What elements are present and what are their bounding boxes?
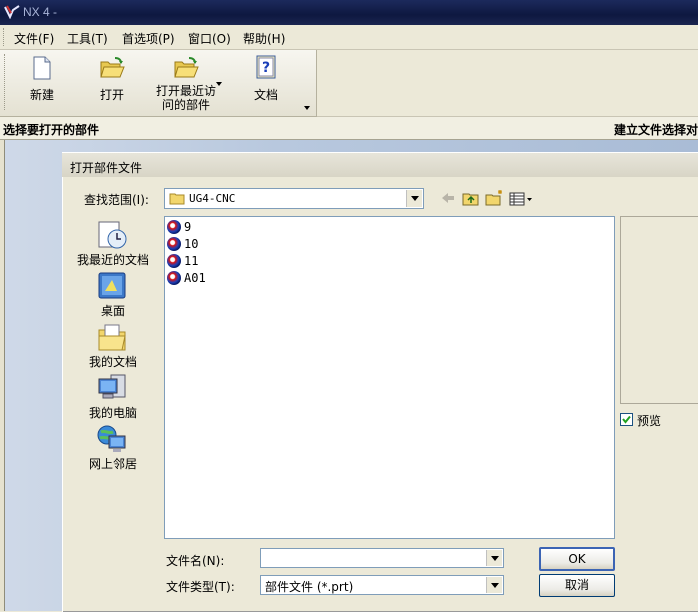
network-places-label: 网上邻居 (88, 457, 137, 471)
recent-documents-icon (98, 221, 127, 249)
toolbar-grip[interactable] (4, 54, 7, 110)
toolbar-options-arrow-icon[interactable] (304, 106, 310, 110)
file-item[interactable]: A01 (167, 270, 213, 287)
nx-part-file-icon (167, 237, 181, 251)
menu-grip (3, 28, 7, 46)
nx-part-file-icon (167, 220, 181, 234)
standard-toolbar: 新建 打开 打开最近访 问的部件 ? 文档 (0, 50, 317, 117)
my-computer-icon (98, 374, 126, 399)
documentation-label: 文档 (253, 88, 278, 102)
nx-logo-icon (4, 5, 20, 19)
file-item[interactable]: 10 (167, 236, 207, 253)
menu-preferences[interactable]: 首选项(P) (122, 30, 175, 47)
menu-file[interactable]: 文件(F) (14, 30, 54, 47)
look-in-dropdown-arrow-icon[interactable] (406, 190, 422, 207)
my-documents-icon (98, 324, 126, 351)
resource-bar-edge (0, 140, 5, 611)
desktop-icon (98, 272, 126, 299)
new-label: 新建 (29, 88, 54, 102)
open-folder-icon (100, 57, 125, 78)
status-line: 建立文件选择对 (614, 123, 698, 137)
nx-part-file-icon (167, 271, 181, 285)
look-in-label: 查找范围(I): (84, 193, 149, 207)
open-recent-folder-icon (174, 57, 199, 78)
svg-text:?: ? (262, 60, 270, 76)
documentation-button[interactable]: ? 文档 (244, 54, 288, 112)
app-title: NX 4 - (23, 5, 58, 19)
file-name: 9 (184, 220, 192, 234)
preview-pane (620, 216, 698, 404)
folder-icon (169, 193, 185, 205)
help-book-icon: ? (256, 55, 276, 79)
view-menu-icon[interactable] (509, 192, 533, 206)
my-documents-label: 我的文档 (88, 355, 137, 369)
places-my-computer[interactable]: 我的电脑 (68, 373, 158, 420)
look-in-value: UG4-CNC (189, 192, 236, 205)
places-my-documents[interactable]: 我的文档 (68, 322, 158, 369)
checkmark-icon (622, 415, 631, 424)
menu-window[interactable]: 窗口(O) (188, 30, 231, 47)
file-name-input[interactable] (260, 548, 504, 568)
file-name: A01 (184, 271, 206, 285)
file-type-value: 部件文件 (*.prt) (265, 580, 354, 594)
file-item[interactable]: 9 (167, 219, 207, 236)
menu-tools[interactable]: 工具(T) (67, 30, 108, 47)
back-arrow-icon[interactable] (440, 191, 456, 205)
file-type-dropdown-arrow-icon[interactable] (486, 577, 502, 593)
open-label: 打开 (99, 88, 124, 102)
ok-button[interactable]: OK (539, 547, 615, 571)
file-list[interactable]: 9 10 11 A01 (164, 216, 615, 539)
network-places-icon (97, 425, 126, 452)
desktop-label: 桌面 (100, 304, 125, 318)
file-type-label: 文件类型(T): (166, 580, 235, 594)
menu-help[interactable]: 帮助(H) (243, 30, 285, 47)
app-title-bar: NX 4 - (0, 0, 698, 25)
new-button[interactable]: 新建 (22, 54, 62, 112)
cue-prompt: 选择要打开的部件 (3, 123, 100, 137)
places-network[interactable]: 网上邻居 (68, 424, 158, 471)
up-folder-icon[interactable] (462, 190, 480, 206)
preview-label: 预览 (637, 414, 662, 428)
toolbar-area (317, 50, 698, 117)
places-recent-documents[interactable]: 我最近的文档 (68, 220, 158, 267)
open-recent-label-2: 问的部件 (161, 98, 210, 112)
recent-documents-label: 我最近的文档 (76, 253, 149, 267)
file-name: 10 (184, 237, 199, 251)
open-recent-label-1: 打开最近访 (155, 84, 216, 98)
menu-bar: 文件(F) 工具(T) 首选项(P) 窗口(O) 帮助(H) (0, 25, 698, 50)
file-name: 11 (184, 254, 199, 268)
file-type-dropdown[interactable]: 部件文件 (*.prt) (260, 575, 504, 595)
cancel-button[interactable]: 取消 (539, 574, 615, 597)
cue-line: 选择要打开的部件 建立文件选择对 (0, 117, 698, 140)
file-item[interactable]: 11 (167, 253, 207, 270)
file-name-dropdown-arrow-icon[interactable] (486, 550, 502, 566)
open-recent-button[interactable]: 打开最近访 问的部件 (150, 54, 222, 114)
open-button[interactable]: 打开 (92, 54, 132, 112)
new-folder-icon[interactable] (485, 189, 505, 206)
dialog-title: 打开部件文件 (70, 161, 143, 175)
dialog-title-bar: 打开部件文件 (62, 153, 698, 177)
new-file-icon (33, 56, 51, 80)
nx-part-file-icon (167, 254, 181, 268)
file-name-label: 文件名(N): (166, 554, 225, 568)
my-computer-label: 我的电脑 (88, 406, 137, 420)
preview-checkbox[interactable] (620, 413, 633, 426)
places-desktop[interactable]: 桌面 (68, 271, 158, 318)
look-in-dropdown[interactable]: UG4-CNC (164, 188, 424, 209)
